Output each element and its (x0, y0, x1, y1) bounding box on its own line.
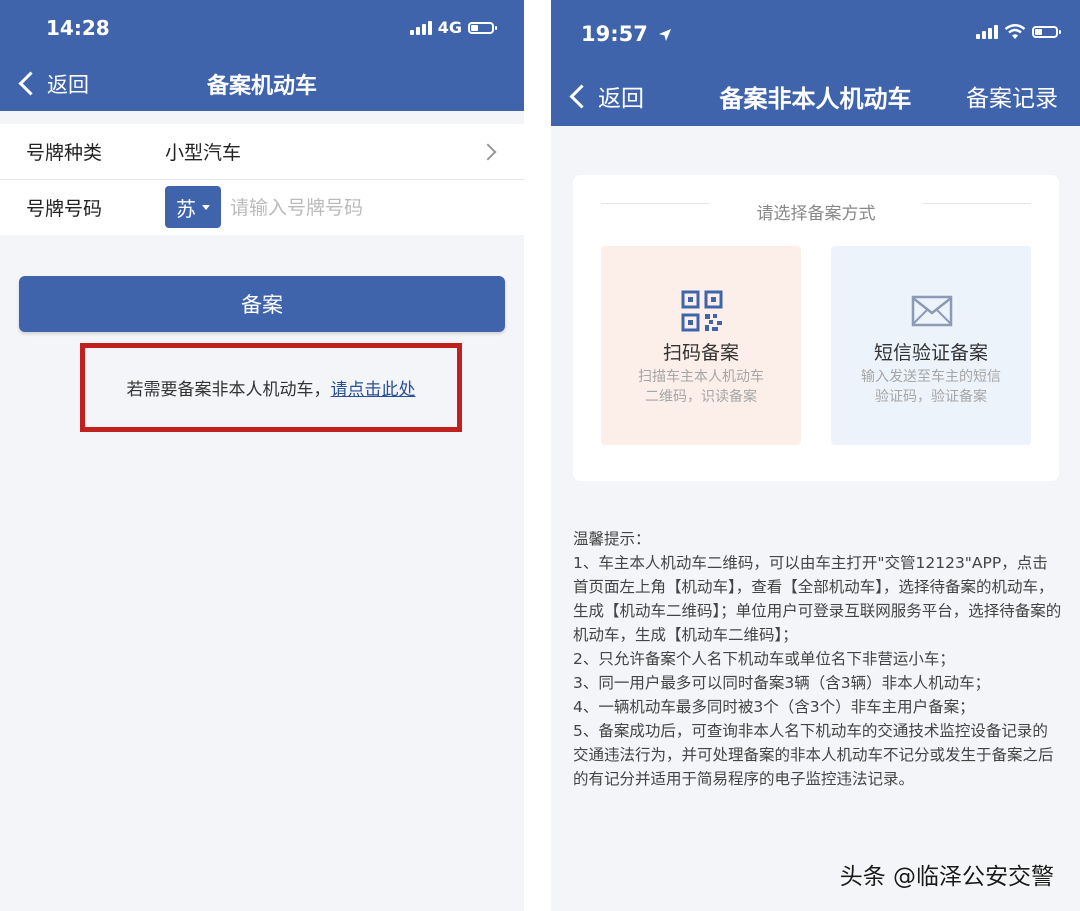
nav-bar: 备案非本人机动车 返回 备案记录 (551, 66, 1080, 126)
watermark: 头条 @临泽公安交警 (839, 864, 1054, 890)
signal-icon (409, 20, 432, 35)
province-value: 苏 (176, 196, 196, 221)
option-desc: 二维码，识读备案 (645, 389, 757, 405)
chevron-left-icon (569, 83, 594, 109)
back-label: 返回 (47, 72, 89, 97)
battery-icon (468, 21, 497, 34)
option-desc: 扫描车主本人机动车 (638, 369, 764, 385)
vehicle-form: 号牌种类 小型汽车 号牌号码 苏 (0, 124, 524, 235)
qr-code-icon (681, 290, 723, 332)
network-type: 4G (437, 18, 462, 37)
nav-bar: 备案机动车 返回 (0, 56, 524, 111)
back-button[interactable]: 返回 (14, 56, 89, 111)
status-bar: 14:28 4G (0, 0, 524, 56)
status-time: 19:57 (581, 22, 648, 46)
highlight-box: 若需要备案非本人机动车， 请点击此处 (80, 343, 462, 432)
click-here-link[interactable]: 请点击此处 (331, 375, 416, 400)
status-time: 14:28 (46, 16, 110, 40)
tip-item: 4、一辆机动车最多同时被3个（含3个）非车主用户备案； (573, 698, 975, 716)
tips-heading: 温馨提示： (573, 530, 651, 548)
plate-number-input[interactable] (228, 188, 502, 228)
tips-section: 温馨提示： 1、车主本人机动车二维码，可以由车主打开"交管12123"APP，点… (573, 527, 1063, 791)
option-name: 短信验证备案 (873, 342, 988, 364)
back-button[interactable]: 返回 (565, 66, 644, 126)
plate-type-value: 小型汽车 (165, 142, 242, 164)
province-selector[interactable]: 苏 (165, 186, 221, 228)
chevron-right-icon (479, 143, 497, 160)
envelope-icon (911, 295, 953, 327)
records-button[interactable]: 备案记录 (966, 66, 1058, 126)
option-desc: 输入发送至车主的短信 (861, 369, 1001, 385)
method-card: 请选择备案方式 扫码备案 扫描车主本人机动车 二维码，识读备案 短信验证备案 输… (573, 175, 1059, 481)
plate-number-label: 号牌号码 (26, 198, 103, 220)
tip-item: 2、只允许备案个人名下机动车或单位名下非营运小车； (573, 650, 955, 668)
option-name: 扫码备案 (662, 342, 739, 364)
sms-verify-option[interactable]: 短信验证备案 输入发送至车主的短信 验证码，验证备案 (831, 246, 1031, 445)
battery-icon (1032, 26, 1061, 38)
scan-qr-option[interactable]: 扫码备案 扫描车主本人机动车 二维码，识读备案 (601, 246, 801, 445)
tip-item: 3、同一用户最多可以同时备案3辆（含3辆）非本人机动车； (573, 674, 991, 692)
chevron-left-icon (18, 71, 43, 96)
right-screen: 19:57 备案非本人机动车 返回 备案记录 请选择备案方式 扫码备案 扫描车主… (551, 0, 1080, 911)
wifi-icon (1004, 24, 1026, 39)
tip-item: 1、车主本人机动车二维码，可以由车主打开"交管12123"APP，点击首页面左上… (573, 554, 1062, 644)
status-bar: 19:57 (551, 0, 1080, 66)
submit-button[interactable]: 备案 (19, 276, 505, 332)
option-desc: 验证码，验证备案 (875, 389, 987, 405)
plate-type-row[interactable]: 号牌种类 小型汽车 (0, 124, 524, 179)
plate-number-row: 号牌号码 苏 (0, 179, 524, 235)
tip-item: 5、备案成功后，可查询非本人名下机动车的交通技术监控设备记录的交通违法行为，并可… (573, 722, 1054, 788)
caret-down-icon (202, 204, 210, 210)
hint-text: 若需要备案非本人机动车， (126, 380, 331, 400)
signal-icon (976, 25, 998, 39)
location-arrow-icon (659, 29, 672, 41)
left-screen: 14:28 4G 备案机动车 返回 号牌种类 小型汽车 号牌号码 苏 备案 (0, 0, 524, 911)
plate-type-label: 号牌种类 (26, 142, 103, 164)
divider (923, 203, 1031, 204)
back-label: 返回 (598, 86, 644, 112)
